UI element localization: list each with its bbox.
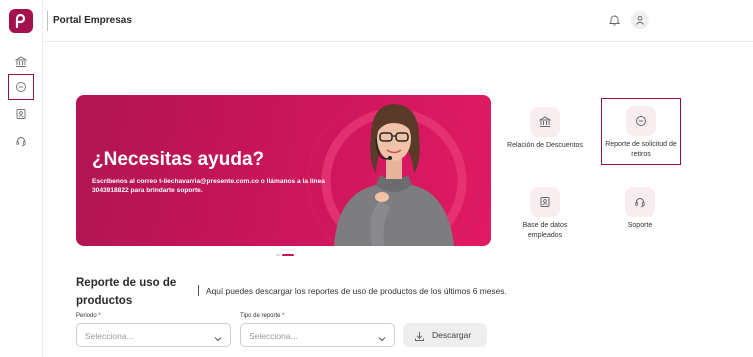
period-select[interactable]: Selecciona... <box>76 323 231 347</box>
banner-title: ¿Necesitas ayuda? <box>92 149 265 170</box>
period-label: Periodo * <box>76 313 101 319</box>
carousel-dot[interactable] <box>276 254 280 256</box>
title-divider <box>47 11 48 31</box>
report-type-label-text: Tipo de reporte <box>240 313 281 319</box>
report-type-select[interactable]: Selecciona... <box>240 323 395 347</box>
required-mark: * <box>98 313 101 319</box>
period-label-text: Periodo <box>76 313 97 319</box>
chevron-down-icon <box>213 331 223 342</box>
report-section-title: Reporte de uso de productos <box>76 277 177 307</box>
report-type-label: Tipo de reporte * <box>240 313 284 319</box>
download-button-label: Descargar <box>432 330 472 340</box>
required-mark: * <box>282 313 285 319</box>
tile-reporte-solicitud-retiros[interactable]: Reporte de solicitud de retiros <box>601 98 681 165</box>
carousel-dot-active[interactable] <box>282 254 294 256</box>
tile-label: Relación de Descuentos <box>507 142 583 149</box>
sidebar-employees-icon[interactable] <box>11 104 31 124</box>
tile-base-datos-empleados[interactable]: Base de datos empleados <box>505 187 585 241</box>
sidebar-bank-icon[interactable] <box>11 52 31 72</box>
headset-icon <box>625 187 655 217</box>
tile-soporte[interactable]: Soporte <box>600 187 680 231</box>
app-title: Portal Empresas <box>53 15 132 26</box>
bank-icon <box>530 107 560 137</box>
minus-circle-icon <box>626 106 656 136</box>
help-banner[interactable]: ¿Necesitas ayuda? Escríbenos al correo t… <box>76 95 491 246</box>
chevron-down-icon <box>377 331 387 342</box>
download-icon <box>414 329 425 341</box>
tile-relacion-descuentos[interactable]: Relación de Descuentos <box>505 107 585 151</box>
bell-icon[interactable] <box>606 12 622 28</box>
top-bar: Portal Empresas <box>43 0 753 42</box>
report-type-select-value: Selecciona... <box>249 331 298 341</box>
period-select-value: Selecciona... <box>85 331 134 341</box>
tile-label: Reporte de solicitud de retiros <box>605 141 677 158</box>
sidebar <box>0 0 43 357</box>
carousel-indicators <box>276 253 296 257</box>
sidebar-withdrawals-icon[interactable] <box>8 74 34 100</box>
download-button[interactable]: Descargar <box>403 323 487 347</box>
user-avatar-icon[interactable] <box>631 11 649 29</box>
sidebar-support-icon[interactable] <box>11 131 31 151</box>
sidebar-collapse-icon[interactable] <box>16 350 26 356</box>
report-section-description: Aquí puedes descargar los reportes de us… <box>206 286 507 296</box>
description-divider <box>198 285 199 296</box>
tile-label: Soporte <box>627 222 653 229</box>
brand-logo-icon[interactable] <box>9 9 33 33</box>
employee-badge-icon <box>530 187 560 217</box>
tile-label: Base de datos empleados <box>522 222 568 239</box>
banner-text: Escríbenos al correo t-ilechavarria@pres… <box>92 178 325 194</box>
